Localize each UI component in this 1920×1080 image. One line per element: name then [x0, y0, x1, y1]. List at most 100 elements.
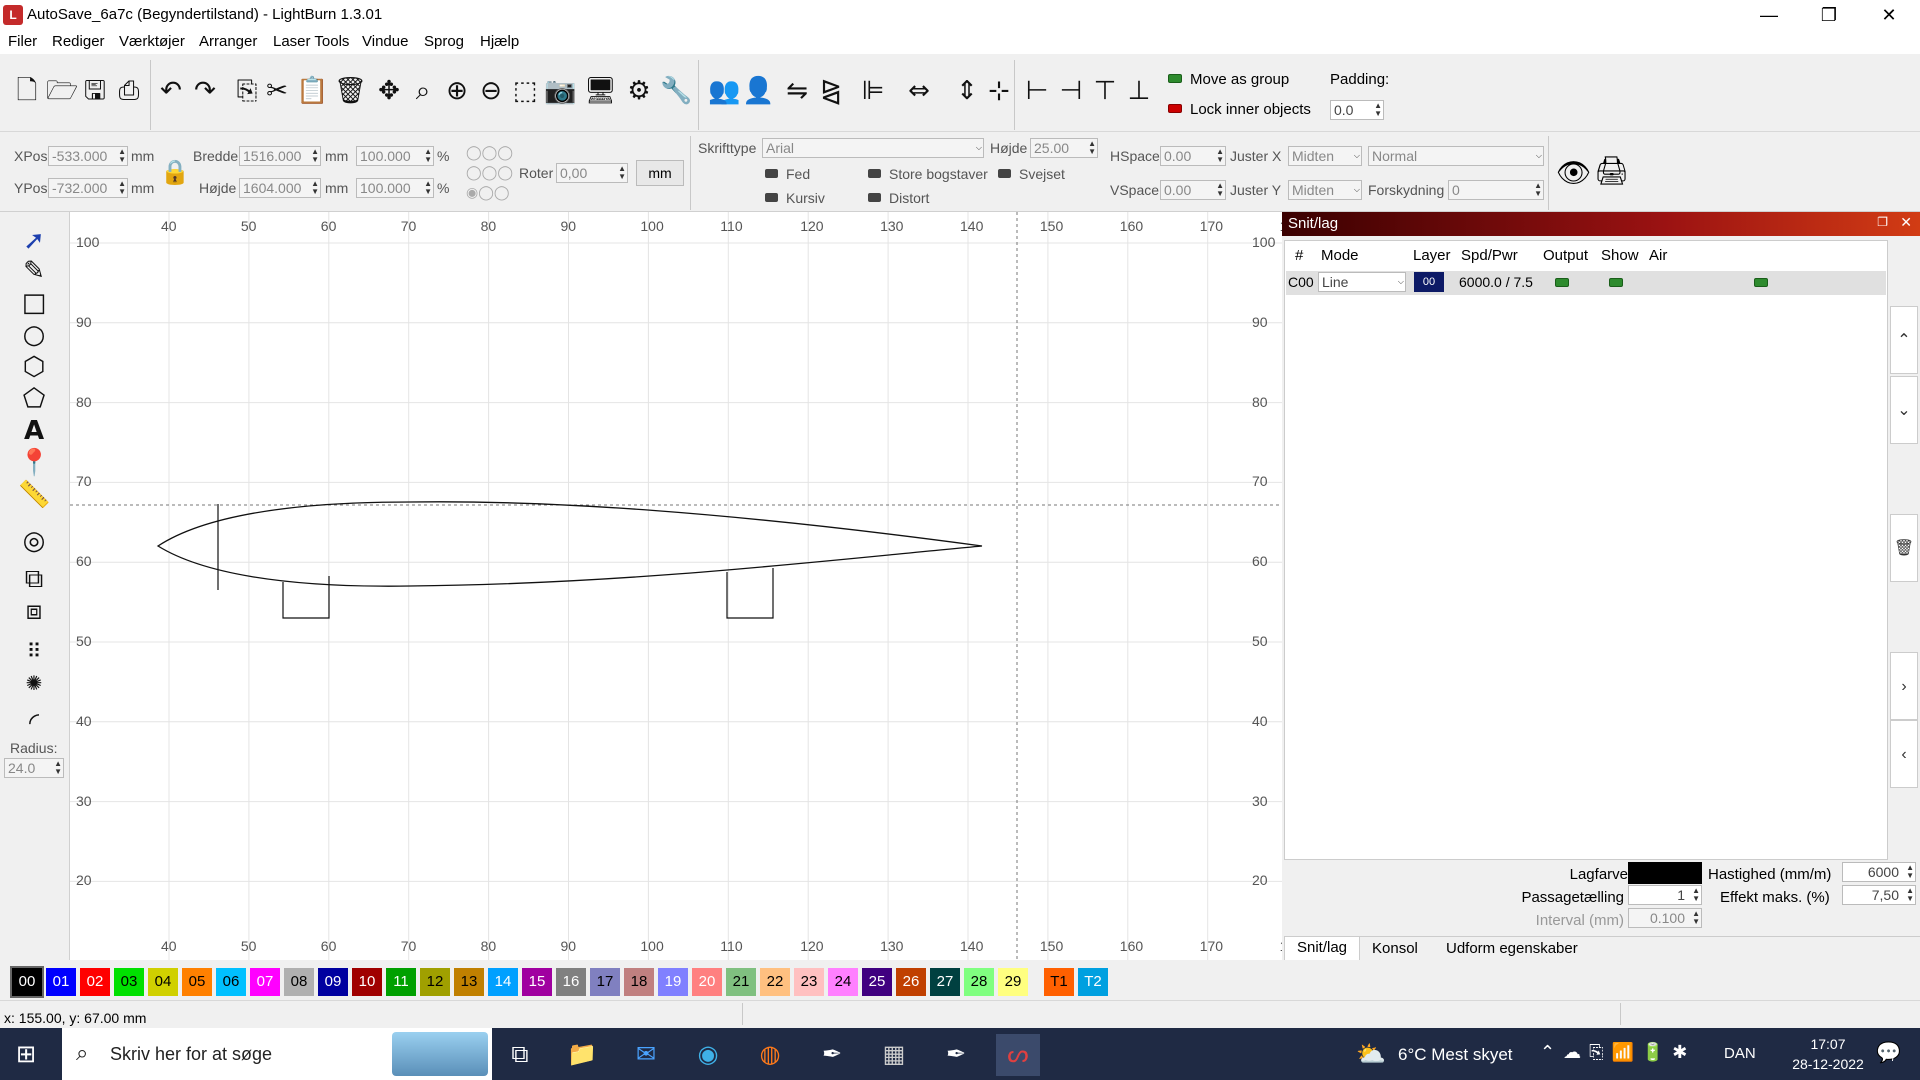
padding-input[interactable]: 0.0 ▲ ▼ [1330, 100, 1384, 120]
zoom-out-icon[interactable]: ⊖ [476, 76, 506, 106]
offset-shapes-icon[interactable]: ◎ [18, 526, 50, 556]
width-input[interactable]: 1516.000 ▲ ▼ [239, 146, 321, 166]
position-laser-icon[interactable]: 📍 [18, 448, 50, 478]
drawing-app-icon[interactable]: ✒ [934, 1034, 978, 1076]
move-layer-down-button[interactable]: ⌄ [1890, 376, 1918, 444]
paste-icon[interactable]: 📋 [296, 76, 328, 106]
close-panel-icon[interactable]: ✕ [1900, 214, 1912, 231]
palette-swatch-21[interactable]: 21 [726, 968, 756, 996]
polygon-tool-icon[interactable]: ⬡ [18, 352, 50, 382]
palette-swatch-13[interactable]: 13 [454, 968, 484, 996]
uppercase-checkbox[interactable] [868, 169, 881, 178]
clock-time[interactable]: 17:07 [1788, 1036, 1868, 1052]
menu-tools[interactable]: Værktøjer [119, 33, 185, 50]
tab-console[interactable]: Konsol [1372, 940, 1418, 957]
align-centers-icon[interactable]: ⊢ [1022, 76, 1052, 106]
palette-swatch-11[interactable]: 11 [386, 968, 416, 996]
palette-swatch-29[interactable]: 29 [998, 968, 1028, 996]
show-toggle[interactable] [1609, 278, 1623, 287]
interval-input[interactable]: 0.100 ▲ ▼ [1628, 908, 1702, 928]
radius-input[interactable]: 24.0 ▲ ▼ [4, 758, 64, 778]
menu-edit[interactable]: Rediger [52, 33, 105, 50]
tools-icon[interactable]: 🔧 [660, 76, 692, 106]
height-percent-input[interactable]: 100.000 ▲ ▼ [356, 178, 434, 198]
monitor-icon[interactable]: 🖥 [584, 76, 617, 106]
bold-checkbox[interactable] [765, 169, 778, 178]
text-tool-icon[interactable]: A [18, 416, 50, 446]
palette-swatch-22[interactable]: 22 [760, 968, 790, 996]
units-toggle-button[interactable]: mm [636, 160, 684, 186]
menu-window[interactable]: Vindue [362, 33, 408, 50]
draw-lines-icon[interactable]: ✎ [18, 256, 50, 286]
italic-checkbox[interactable] [765, 193, 778, 202]
menu-arrange[interactable]: Arranger [199, 33, 257, 50]
palette-swatch-06[interactable]: 06 [216, 968, 246, 996]
font-height-input[interactable]: 25.00 ▲ ▼ [1030, 138, 1098, 158]
rectangle-tool-icon[interactable]: □ [18, 288, 50, 318]
palette-swatch-04[interactable]: 04 [148, 968, 178, 996]
power-input[interactable]: 7,50 ▲ ▼ [1842, 885, 1916, 905]
palette-swatch-05[interactable]: 05 [182, 968, 212, 996]
palette-swatch-15[interactable]: 15 [522, 968, 552, 996]
align-x-select[interactable]: Midten ⌵ [1288, 146, 1362, 166]
output-toggle[interactable] [1555, 278, 1569, 287]
circular-array-icon[interactable]: ✺ [18, 668, 50, 698]
xpos-input[interactable]: -533.000 ▲ ▼ [48, 146, 128, 166]
tab-shape-properties[interactable]: Udform egenskaber [1446, 940, 1578, 957]
palette-swatch-28[interactable]: 28 [964, 968, 994, 996]
menu-language[interactable]: Sprog [424, 33, 464, 50]
settings-icon[interactable]: ⚙ [624, 76, 654, 106]
palette-swatch-26[interactable]: 26 [896, 968, 926, 996]
clock-date[interactable]: 28-12-2022 [1788, 1056, 1868, 1072]
weather-icon[interactable]: ⛅ [1356, 1040, 1386, 1069]
mail-icon[interactable]: ✉ [624, 1034, 668, 1076]
laser-device-icon[interactable]: 🖨 [1594, 154, 1630, 187]
calculator-icon[interactable]: ▦ [872, 1034, 916, 1076]
align-right-icon[interactable]: ⊣ [1056, 76, 1086, 106]
lightburn-editor-icon[interactable]: ✒ [810, 1034, 854, 1076]
layer-color-swatch[interactable] [1628, 862, 1702, 884]
palette-swatch-19[interactable]: 19 [658, 968, 688, 996]
ungroup-icon[interactable]: 👤 [742, 76, 774, 106]
distort-checkbox[interactable] [868, 193, 881, 202]
zoom-in-icon[interactable]: ⊕ [442, 76, 472, 106]
palette-swatch-01[interactable]: 01 [46, 968, 76, 996]
passes-input[interactable]: 1 ▲ ▼ [1628, 885, 1702, 905]
save-icon[interactable]: 🖫 [80, 76, 110, 106]
delete-layer-button[interactable]: 🗑 [1890, 514, 1918, 582]
rotate-input[interactable]: 0,00 ▲ ▼ [556, 163, 628, 183]
windows-start-icon[interactable]: ⊞ [16, 1040, 36, 1069]
menu-file[interactable]: Filer [8, 33, 37, 50]
firefox-icon[interactable]: ◍ [748, 1034, 792, 1076]
minimize-button[interactable]: — [1740, 0, 1798, 30]
camera-icon[interactable]: 📷 [544, 76, 576, 106]
input-language[interactable]: DAN [1724, 1045, 1756, 1062]
edge-browser-icon[interactable]: ◉ [686, 1034, 730, 1076]
expand-right-button[interactable]: › [1890, 652, 1918, 720]
center-icon[interactable]: ⊹ [984, 76, 1014, 106]
corner-radius-icon[interactable]: ◜ [18, 708, 50, 738]
move-icon[interactable]: ✥ [374, 76, 404, 106]
text-style-select[interactable]: Normal ⌵ [1368, 146, 1544, 166]
weld-checkbox[interactable] [998, 169, 1011, 178]
palette-swatch-07[interactable]: 07 [250, 968, 280, 996]
palette-swatch-17[interactable]: 17 [590, 968, 620, 996]
weather-text[interactable]: 6°C Mest skyet [1398, 1045, 1513, 1065]
system-tray-icons[interactable]: ⌃☁⎘📶🔋✱ [1540, 1042, 1695, 1063]
palette-swatch-09[interactable]: 09 [318, 968, 348, 996]
measure-tool-icon[interactable]: 📏 [18, 480, 50, 510]
taskbar-search[interactable]: ⌕ Skriv her for at søge [62, 1028, 492, 1080]
speed-input[interactable]: 6000 ▲ ▼ [1842, 862, 1916, 882]
select-tool-icon[interactable]: ➚ [18, 226, 50, 256]
close-button[interactable]: ✕ [1860, 0, 1918, 30]
notifications-icon[interactable]: 💬 [1876, 1040, 1901, 1065]
pentagon-tool-icon[interactable]: ⬠ [18, 384, 50, 414]
zoom-frame-icon[interactable]: ⬚ [510, 76, 540, 106]
vspace-input[interactable]: 0.00 ▲ ▼ [1160, 180, 1226, 200]
move-layer-up-button[interactable]: ⌃ [1890, 306, 1918, 374]
variable-text-icon[interactable]: 👁 [1556, 156, 1592, 189]
align-left-icon[interactable]: ⊫ [858, 76, 888, 106]
distribute-v-icon[interactable]: ⇕ [952, 76, 982, 106]
anchor-grid[interactable]: ◯◯◯ ◯◯◯ ◉◯◯ [466, 142, 513, 202]
palette-swatch-10[interactable]: 10 [352, 968, 382, 996]
